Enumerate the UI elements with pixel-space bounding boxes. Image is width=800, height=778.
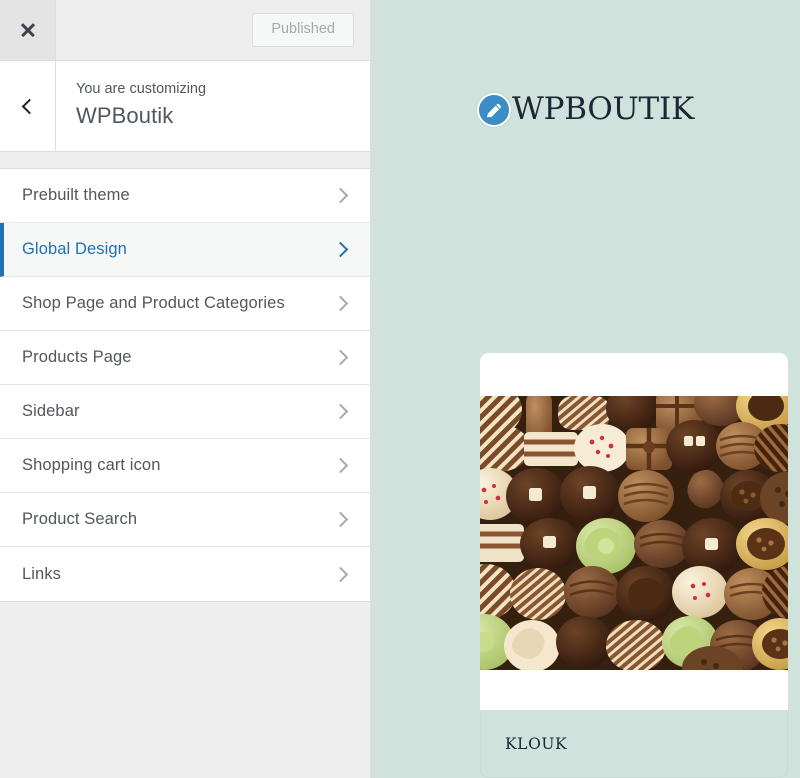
sidebar-item-sidebar[interactable]: Sidebar	[0, 385, 370, 439]
section-label: Products Page	[22, 348, 132, 366]
card-top-padding	[480, 353, 788, 396]
card-bottom-padding	[480, 670, 788, 710]
section-label: Shop Page and Product Categories	[22, 294, 285, 312]
section-label: Global Design	[22, 240, 127, 258]
site-preview[interactable]: WPBOUTIK KLOUK	[371, 0, 800, 778]
sidebar-item-links[interactable]: Links	[0, 547, 370, 601]
customizing-subtitle: You are customizing	[76, 81, 207, 97]
sidebar-item-product-search[interactable]: Product Search	[0, 493, 370, 547]
product-image[interactable]	[480, 396, 788, 670]
sidebar-item-global-design[interactable]: Global Design	[0, 223, 370, 277]
customizer-header: You are customizing WPBoutik	[0, 61, 370, 152]
chevron-right-icon	[332, 241, 349, 258]
topbar-actions: Published	[56, 0, 370, 60]
sidebar-item-products-page[interactable]: Products Page	[0, 331, 370, 385]
chevron-right-icon	[332, 566, 349, 582]
close-customizer-button[interactable]	[0, 0, 56, 60]
chevron-right-icon	[332, 295, 349, 312]
section-label: Product Search	[22, 510, 138, 528]
close-x-icon	[19, 22, 36, 39]
product-card[interactable]	[480, 353, 788, 710]
site-branding[interactable]: WPBOUTIK	[476, 90, 695, 127]
chevron-right-icon	[332, 403, 349, 420]
chevron-left-icon	[21, 98, 38, 114]
sidebar-item-shopping-cart-icon[interactable]: Shopping cart icon	[0, 439, 370, 493]
sidebar-item-prebuilt-theme[interactable]: Prebuilt theme	[0, 169, 370, 223]
customizer-section-list: Prebuilt theme Global Design Shop Page a…	[0, 169, 370, 602]
preview-site-header: WPBOUTIK	[371, 0, 800, 208]
publish-button[interactable]: Published	[252, 12, 354, 48]
chevron-right-icon	[332, 511, 349, 528]
panel-filler	[0, 602, 370, 778]
panel-spacer	[0, 152, 370, 169]
chevron-right-icon	[332, 349, 349, 366]
section-label: Prebuilt theme	[22, 186, 130, 204]
back-button[interactable]	[0, 61, 56, 151]
site-brand-name: WPBOUTIK	[511, 90, 695, 127]
section-label: Links	[22, 564, 62, 583]
section-label: Sidebar	[22, 402, 80, 420]
product-meta: KLOUK	[480, 710, 788, 778]
section-label: Shopping cart icon	[22, 456, 161, 474]
chevron-right-icon	[332, 457, 349, 474]
customizer-panel: Published You are customizing WPBoutik P…	[0, 0, 371, 778]
sidebar-item-shop-page-and-product-categories[interactable]: Shop Page and Product Categories	[0, 277, 370, 331]
pencil-edit-icon	[476, 93, 511, 127]
customizer-app: Published You are customizing WPBoutik P…	[0, 0, 800, 778]
customizer-topbar: Published	[0, 0, 370, 61]
product-title: KLOUK	[505, 735, 568, 753]
customizer-header-text: You are customizing WPBoutik	[56, 61, 370, 151]
site-title: WPBoutik	[76, 103, 174, 129]
chevron-right-icon	[332, 187, 349, 204]
